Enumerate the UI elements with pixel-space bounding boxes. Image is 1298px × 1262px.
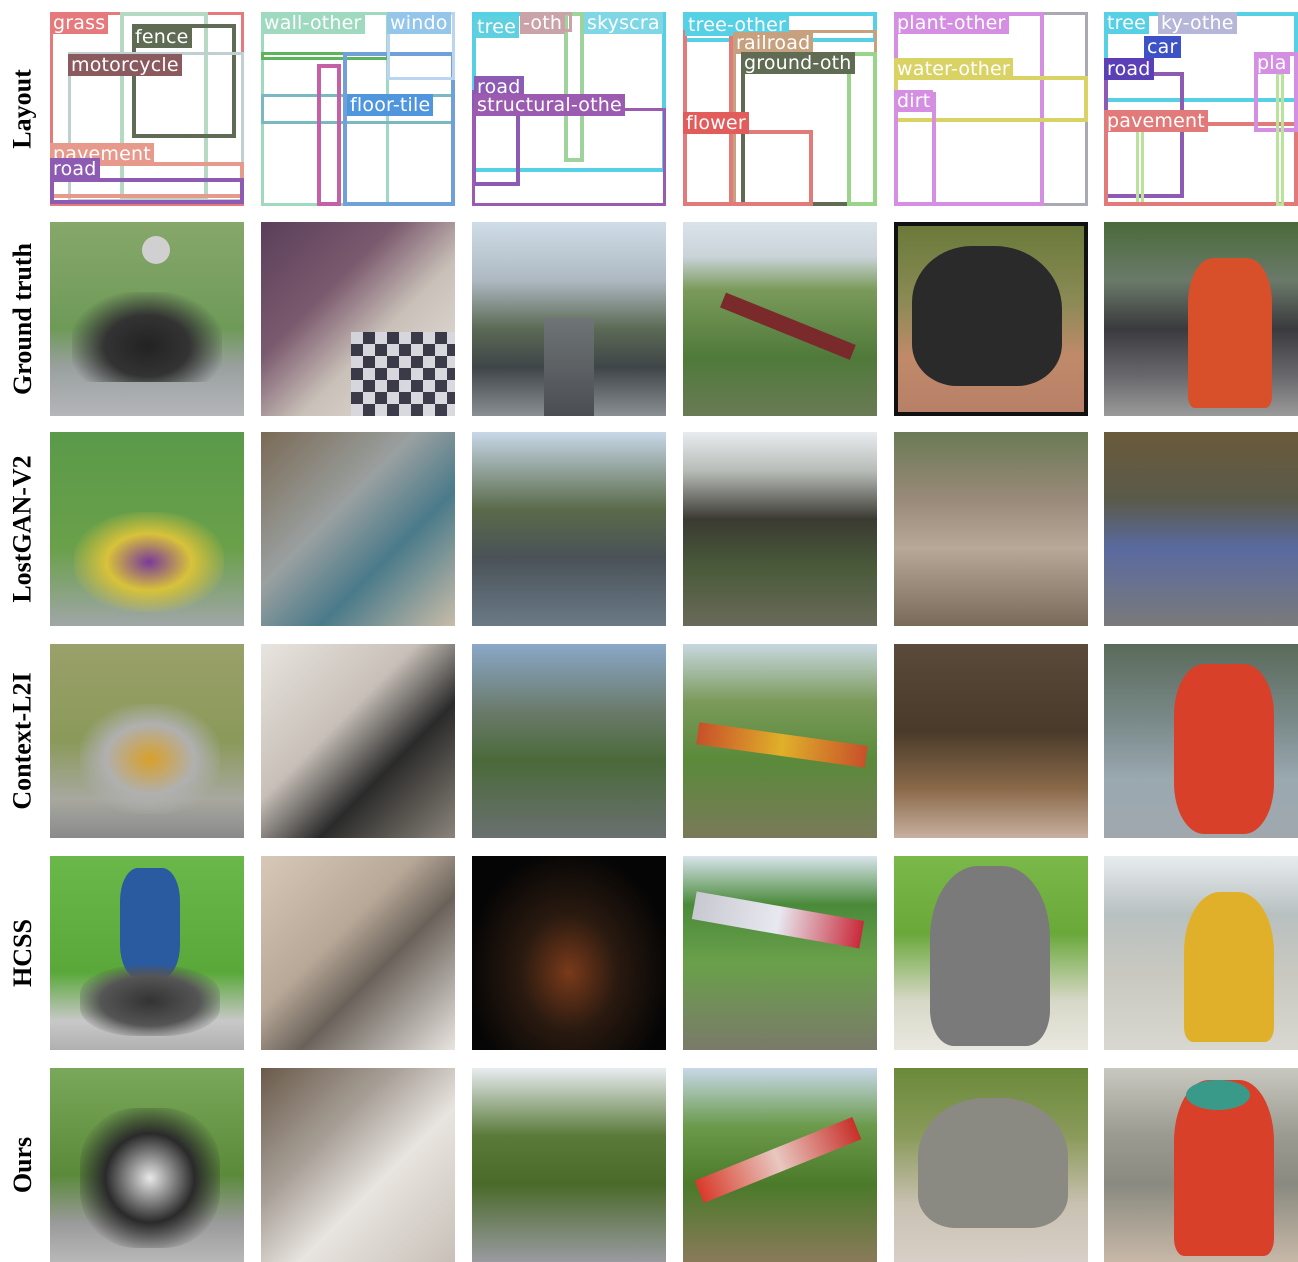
row-label-context-l2i: Context-L2I (8, 672, 37, 810)
bbox-label-floor-tile: floor-tile (347, 94, 434, 116)
image-lostgan-train (683, 432, 877, 626)
bbox-label-sky-other: ky-othe (1158, 12, 1237, 34)
bbox-label-window: windo (387, 12, 451, 34)
image-context-street (472, 644, 666, 838)
image-hcss-train (683, 856, 877, 1050)
image-ours-elephant (894, 1068, 1088, 1262)
layout-panel-6: tree ky-othe car road pla pavement (1104, 12, 1298, 206)
bbox-label-road: road (50, 158, 100, 180)
image-context-train (683, 644, 877, 838)
bbox-label-flower: flower (683, 112, 749, 134)
bbox-label-road: road (1104, 58, 1154, 80)
layout-panel-2: wall-other windo floor-tile (261, 12, 455, 206)
image-lostgan-kitchen (261, 432, 455, 626)
image-ground-truth-hydrant (1104, 222, 1298, 416)
image-ground-truth-motorcycle (50, 222, 244, 416)
image-hcss-hydrant (1104, 856, 1298, 1050)
row-label-ours: Ours (8, 1136, 37, 1194)
image-context-hydrant (1104, 644, 1298, 838)
layout-panel-4: tree-other railroad ground-oth flower (683, 12, 877, 206)
image-ours-hydrant (1104, 1068, 1298, 1262)
row-label-hcss: HCSS (8, 919, 38, 987)
image-lostgan-hydrant (1104, 432, 1298, 626)
bbox-label-pavement: pavement (1104, 110, 1208, 132)
image-hcss-kitchen (261, 856, 455, 1050)
bbox-label-tree-other: -oth (520, 12, 566, 34)
bbox-label-water-other: water-other (894, 58, 1013, 80)
layout-panel-5: plant-other water-other dirt (894, 12, 1088, 206)
bbox-label-car: car (1144, 36, 1181, 58)
bbox-label-ground-other: ground-oth (741, 52, 855, 74)
bbox-label-plant: pla (1254, 52, 1290, 74)
image-context-kitchen (261, 644, 455, 838)
layout-panel-1: grass fence motorcycle pavement road (50, 12, 244, 206)
image-ours-motorcycle (50, 1068, 244, 1262)
row-label-ground-truth: Ground truth (8, 243, 38, 395)
bbox-label-motorcycle: motorcycle (68, 54, 182, 76)
image-lostgan-elephant (894, 432, 1088, 626)
layout-panel-3: tree -oth skyscra road structural-othe (472, 12, 666, 206)
image-ground-truth-street (472, 222, 666, 416)
bbox-label-railroad: railroad (733, 32, 814, 54)
image-context-elephant (894, 644, 1088, 838)
image-ours-train (683, 1068, 877, 1262)
bbox-label-skyscraper: skyscra (584, 12, 663, 34)
image-ours-kitchen (261, 1068, 455, 1262)
bbox-label-dirt: dirt (894, 90, 934, 112)
image-hcss-motorcycle (50, 856, 244, 1050)
image-hcss-elephant (894, 856, 1088, 1050)
image-ours-street (472, 1068, 666, 1262)
bbox-label-fence: fence (132, 26, 192, 48)
image-ground-truth-kitchen (261, 222, 455, 416)
bbox-label-structural-other: structural-othe (474, 94, 625, 116)
bbox-label-wall-other: wall-other (261, 12, 365, 34)
image-lostgan-motorcycle (50, 432, 244, 626)
bbox-label-plant-other: plant-other (894, 12, 1009, 34)
image-ground-truth-train (683, 222, 877, 416)
bbox-label-tree: tree (474, 16, 520, 38)
image-ground-truth-elephant (894, 222, 1088, 416)
bbox-label-tree: tree (1104, 12, 1150, 34)
image-context-motorcycle (50, 644, 244, 838)
bbox-label-grass: grass (50, 12, 109, 34)
image-lostgan-street (472, 432, 666, 626)
row-label-lostgan-v2: LostGAN-V2 (8, 455, 37, 603)
row-label-layout: Layout (8, 69, 37, 149)
image-hcss-street (472, 856, 666, 1050)
